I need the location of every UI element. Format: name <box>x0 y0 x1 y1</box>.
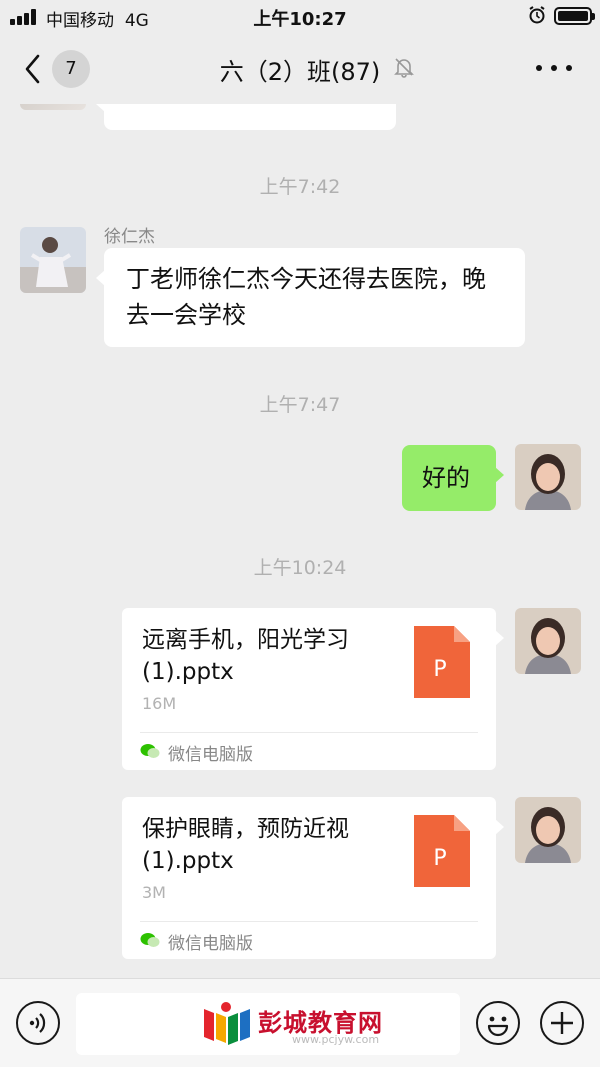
teacher-photo-icon <box>515 608 581 674</box>
avatar-sender[interactable] <box>20 227 86 293</box>
file-size: 16M <box>142 694 177 713</box>
unread-count-badge: 7 <box>52 50 90 88</box>
timestamp: 上午7:42 <box>259 176 341 198</box>
more-options-button[interactable] <box>536 62 572 74</box>
child-photo-icon <box>20 227 86 293</box>
file-name: 保护眼睛，预防近视(1).pptx <box>142 816 349 874</box>
back-button[interactable]: 7 <box>18 50 98 90</box>
chat-messages[interactable]: 上午7:42 徐仁杰 丁老师徐仁杰今天还得去医院，晚去一会学校 上午7:47 好… <box>0 104 600 978</box>
avatar-self[interactable] <box>515 444 581 510</box>
sender-name: 徐仁杰 <box>104 227 155 247</box>
message-text: 丁老师徐仁杰今天还得去医院，晚去一会学校 <box>126 265 486 329</box>
plus-icon <box>551 1012 573 1034</box>
wechat-icon <box>140 744 160 758</box>
message-text: 好的 <box>422 464 470 492</box>
file-message-card[interactable]: 保护眼睛，预防近视(1).pptx 3M P 微信电脑版 <box>122 797 504 959</box>
status-time: 上午10:27 <box>253 9 347 30</box>
file-footer: 微信电脑版 <box>140 732 478 770</box>
svg-text:P: P <box>433 657 446 682</box>
file-source: 微信电脑版 <box>168 745 253 765</box>
voice-input-button[interactable] <box>16 1001 60 1045</box>
file-size: 3M <box>142 883 166 902</box>
smiley-icon <box>487 1016 509 1037</box>
timestamp: 上午7:47 <box>259 394 341 416</box>
nav-bar: 7 六（2）班(87) <box>0 34 600 104</box>
battery-icon <box>554 7 595 25</box>
timestamp: 上午10:24 <box>253 557 347 579</box>
wechat-icon <box>140 933 160 947</box>
input-bar: 彭城教育网 www.pcjyw.com <box>0 978 600 1067</box>
pptx-file-icon: P <box>414 626 470 698</box>
file-message-card[interactable]: 远离手机，阳光学习(1).pptx 16M P 微信电脑版 <box>122 608 504 770</box>
teacher-photo-icon <box>515 444 581 510</box>
avatar-self[interactable] <box>515 608 581 674</box>
pptx-file-icon: P <box>414 815 470 887</box>
message-input[interactable] <box>76 993 460 1055</box>
avatar-previous[interactable] <box>20 104 86 110</box>
file-source: 微信电脑版 <box>168 934 253 954</box>
emoji-button[interactable] <box>476 1001 520 1045</box>
message-bubble-previous[interactable] <box>96 104 396 130</box>
teacher-photo-icon <box>515 797 581 863</box>
message-bubble-self[interactable]: 好的 <box>402 445 504 511</box>
status-bar: 中国移动 4G 上午10:27 <box>0 0 600 34</box>
file-name: 远离手机，阳光学习(1).pptx <box>142 627 349 685</box>
avatar-self[interactable] <box>515 797 581 863</box>
chevron-left-icon <box>25 54 40 84</box>
message-bubble[interactable]: 丁老师徐仁杰今天还得去医院，晚去一会学校 <box>96 248 525 347</box>
svg-text:P: P <box>433 846 446 871</box>
mute-bell-icon <box>394 58 414 78</box>
more-actions-button[interactable] <box>540 1001 584 1045</box>
alarm-icon <box>529 6 545 24</box>
file-footer: 微信电脑版 <box>140 921 478 959</box>
voice-icon <box>29 1013 46 1033</box>
